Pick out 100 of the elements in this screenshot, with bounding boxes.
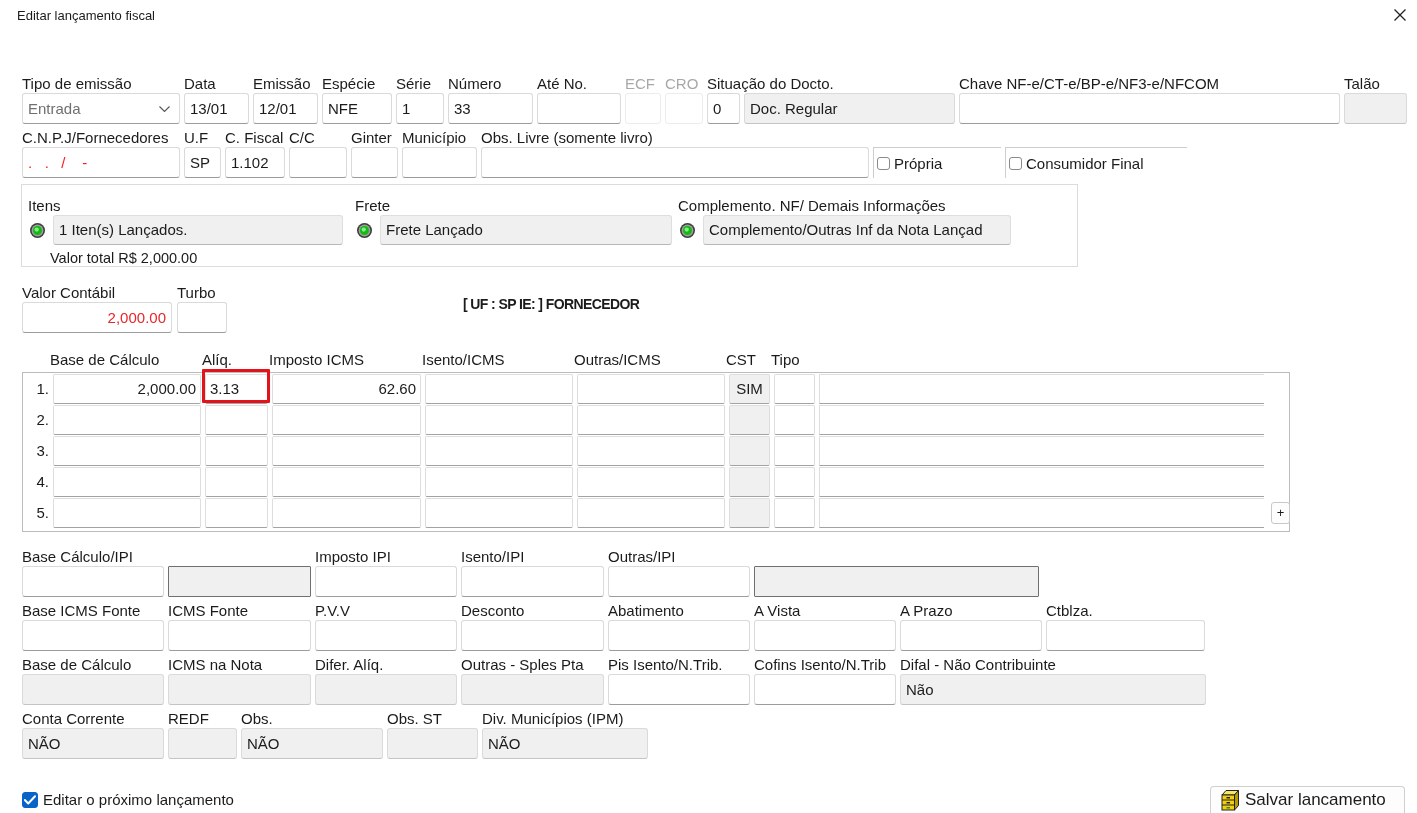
text-field[interactable] (22, 620, 164, 651)
grid-cell[interactable] (729, 467, 770, 497)
grid-cell[interactable] (205, 467, 268, 497)
grid-cell[interactable] (425, 467, 573, 497)
grid-cell[interactable] (577, 405, 725, 435)
field-label: Emissão (253, 74, 311, 93)
grid-cell[interactable] (819, 498, 1264, 528)
grid-cell[interactable] (819, 436, 1264, 466)
grid-cell[interactable] (577, 436, 725, 466)
field-label: Base de Cálculo (22, 655, 132, 674)
field-label: C.N.P.J/Fornecedores (22, 128, 169, 147)
text-field[interactable]: 1 (396, 93, 444, 124)
field-label: Espécie (322, 74, 376, 93)
column-header: Alíq. (202, 350, 232, 369)
row-number: 5. (35, 503, 49, 523)
field-label: Cofins Isento/N.Trib (754, 655, 886, 674)
text-field[interactable] (608, 566, 750, 597)
column-header: Imposto ICMS (269, 350, 365, 369)
field-label: C. Fiscal (225, 128, 284, 147)
status-field: 1 Iten(s) Lançados. (53, 215, 343, 245)
add-button[interactable]: + (1271, 502, 1290, 524)
grid-cell[interactable]: SIM (729, 374, 770, 404)
grid-cell[interactable] (729, 405, 770, 435)
text-field[interactable] (900, 620, 1042, 651)
grid-cell[interactable] (819, 405, 1264, 435)
grid-cell[interactable] (53, 467, 201, 497)
text-field[interactable] (608, 674, 750, 705)
grid-cell[interactable] (774, 374, 815, 404)
checkbox[interactable] (22, 791, 38, 808)
text-field[interactable] (315, 620, 457, 651)
text-field[interactable]: 13/01 (184, 93, 249, 124)
text-field[interactable]: 12/01 (253, 93, 318, 124)
grid-cell[interactable] (425, 405, 573, 435)
grid-cell[interactable] (774, 498, 815, 528)
close-icon[interactable] (1394, 9, 1406, 21)
column-header: CST (726, 350, 756, 369)
text-field[interactable] (608, 620, 750, 651)
grid-cell[interactable] (205, 498, 268, 528)
grid-cell[interactable] (205, 436, 268, 466)
text-field[interactable]: SP (184, 147, 221, 178)
text-field[interactable]: 33 (448, 93, 533, 124)
grid-cell[interactable]: 2,000.00 (53, 374, 201, 404)
grid-cell[interactable] (53, 498, 201, 528)
grid-cell[interactable] (205, 405, 268, 435)
row-number: 4. (35, 472, 49, 492)
grid-cell[interactable] (577, 374, 725, 404)
text-field[interactable] (754, 674, 896, 705)
grid-cell[interactable] (272, 436, 421, 466)
dropdown[interactable]: Entrada (22, 93, 180, 124)
grid-cell[interactable] (425, 436, 573, 466)
checkbox-label: Editar o próximo lançamento (43, 791, 234, 808)
grid-cell[interactable] (272, 405, 421, 435)
text-field[interactable] (461, 620, 604, 651)
text-field[interactable]: 1.102 (225, 147, 285, 178)
text-field[interactable]: . . / - (22, 147, 180, 178)
field-label: Ginter (351, 128, 392, 147)
checkbox[interactable] (877, 156, 890, 170)
grid-cell[interactable] (729, 498, 770, 528)
field-label: Difer. Alíq. (315, 655, 384, 674)
grid-cell[interactable] (577, 467, 725, 497)
text-field[interactable]: 0 (707, 93, 740, 124)
text-field[interactable] (754, 620, 896, 651)
field-label: Chave NF-e/CT-e/BP-e/NF3-e/NFCOM (959, 74, 1220, 93)
checkbox[interactable] (1009, 156, 1022, 170)
field-label: C/C (289, 128, 315, 147)
field-label: ICMS Fonte (168, 601, 249, 620)
text-field[interactable] (168, 620, 311, 651)
field-label: REDF (168, 709, 209, 728)
grid-cell[interactable] (577, 498, 725, 528)
grid-cell[interactable] (819, 374, 1264, 404)
text-field[interactable] (537, 93, 621, 124)
text-field[interactable] (351, 147, 398, 178)
grid-cell[interactable] (272, 467, 421, 497)
field-label: Tipo de emissão (22, 74, 132, 93)
save-button[interactable]: Salvar lancamento (1210, 786, 1405, 813)
text-field[interactable] (177, 302, 227, 333)
grid-cell[interactable] (774, 405, 815, 435)
grid-cell[interactable] (272, 498, 421, 528)
text-field[interactable] (959, 93, 1340, 124)
text-field[interactable] (402, 147, 477, 178)
grid-cell[interactable] (425, 374, 573, 404)
check-icon (24, 793, 36, 806)
text-field[interactable] (1046, 620, 1205, 651)
text-field[interactable] (481, 147, 869, 178)
text-field[interactable] (22, 566, 164, 597)
text-field[interactable] (315, 566, 457, 597)
text-field[interactable]: 2,000.00 (22, 302, 172, 333)
grid-cell[interactable] (729, 436, 770, 466)
text-field[interactable]: NFE (322, 93, 392, 124)
grid-cell[interactable] (425, 498, 573, 528)
grid-cell[interactable] (774, 467, 815, 497)
grid-cell[interactable]: 62.60 (272, 374, 421, 404)
field-label: Conta Corrente (22, 709, 125, 728)
grid-cell[interactable] (819, 467, 1264, 497)
grid-cell[interactable] (53, 436, 201, 466)
field-label: Obs. Livre (somente livro) (481, 128, 653, 147)
text-field[interactable] (461, 566, 604, 597)
text-field[interactable] (289, 147, 347, 178)
grid-cell[interactable] (53, 405, 201, 435)
grid-cell[interactable] (774, 436, 815, 466)
